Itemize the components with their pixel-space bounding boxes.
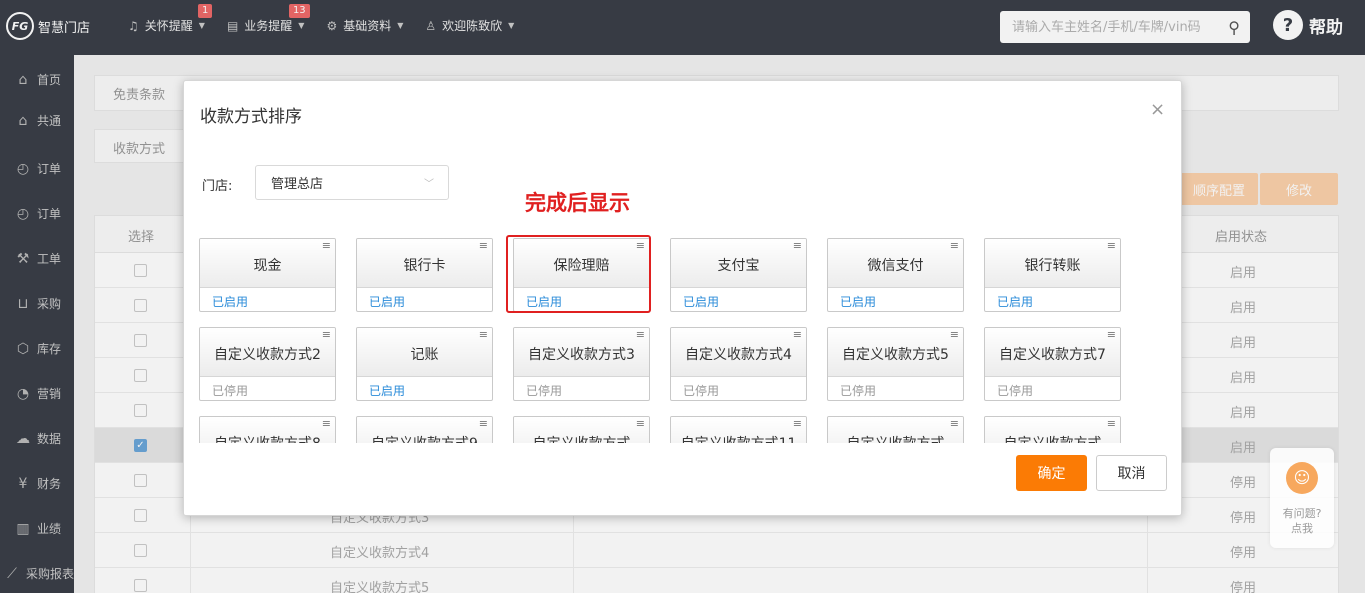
payment-method-card[interactable]: 自定义收款方式11 ≡: [670, 416, 807, 443]
card-header: 自定义收款方式4 ≡: [671, 328, 806, 377]
drag-handle-icon[interactable]: ≡: [793, 418, 802, 429]
card-name: 自定义收款方式2: [214, 347, 321, 363]
card-header: 自定义收款方式7 ≡: [985, 328, 1120, 377]
drag-handle-icon[interactable]: ≡: [793, 240, 802, 251]
card-header: 自定义收款方式11 ≡: [671, 417, 806, 443]
card-header: 自定义收款方式 ≡: [514, 417, 649, 443]
confirm-button[interactable]: 确定: [1016, 455, 1087, 491]
card-header: 自定义收款方式2 ≡: [200, 328, 335, 377]
payment-method-grid: 现金 ≡ 已启用 银行卡 ≡ 已启用 保险理赔 ≡ 已启用 支付宝 ≡ 已启用 微信支付 ≡ 已启用 银行转账…: [199, 238, 1139, 443]
drag-handle-icon[interactable]: ≡: [479, 418, 488, 429]
payment-method-card[interactable]: 自定义收款方式 ≡: [827, 416, 964, 443]
payment-method-card[interactable]: 自定义收款方式2 ≡ 已停用: [199, 327, 336, 401]
card-header: 自定义收款方式3 ≡: [514, 328, 649, 377]
feedback-text: 有问题? 点我: [1270, 506, 1334, 536]
close-icon[interactable]: ×: [1150, 99, 1165, 120]
payment-method-card[interactable]: 自定义收款方式5 ≡ 已停用: [827, 327, 964, 401]
payment-method-card[interactable]: 银行卡 ≡ 已启用: [356, 238, 493, 312]
card-header: 支付宝 ≡: [671, 239, 806, 288]
drag-handle-icon[interactable]: ≡: [479, 240, 488, 251]
card-status: 已启用: [369, 384, 406, 398]
card-header: 自定义收款方式9 ≡: [357, 417, 492, 443]
dialog-title: 收款方式排序: [200, 107, 302, 127]
payment-sort-dialog: 收款方式排序 × 门店: 管理总店 ﹀ 完成后显示 现金 ≡ 已启用 银行卡 ≡ 已启用保…: [183, 80, 1182, 516]
drag-handle-icon[interactable]: ≡: [1107, 418, 1116, 429]
payment-method-card[interactable]: 微信支付 ≡ 已启用: [827, 238, 964, 312]
drag-handle-icon[interactable]: ≡: [1107, 329, 1116, 340]
card-status: 已启用: [997, 295, 1034, 309]
card-name: 自定义收款方式: [985, 433, 1120, 443]
cancel-button[interactable]: 取消: [1096, 455, 1167, 491]
card-header: 自定义收款方式8 ≡: [200, 417, 335, 443]
drag-handle-icon[interactable]: ≡: [479, 329, 488, 340]
drag-handle-icon[interactable]: ≡: [950, 240, 959, 251]
card-name: 自定义收款方式4: [685, 347, 792, 363]
card-name: 自定义收款方式: [514, 433, 649, 443]
card-status: 已停用: [997, 384, 1034, 398]
payment-method-card[interactable]: 自定义收款方式8 ≡: [199, 416, 336, 443]
card-status: 已停用: [683, 384, 720, 398]
card-status: 已启用: [840, 295, 877, 309]
card-name: 自定义收款方式9: [357, 433, 492, 443]
payment-method-card[interactable]: 自定义收款方式9 ≡: [356, 416, 493, 443]
card-status: 已停用: [526, 384, 563, 398]
card-status: 已停用: [840, 384, 877, 398]
payment-method-card[interactable]: 支付宝 ≡ 已启用: [670, 238, 807, 312]
card-name: 自定义收款方式11: [671, 433, 806, 443]
card-header: 自定义收款方式 ≡: [985, 417, 1120, 443]
payment-method-card[interactable]: 银行转账 ≡ 已启用: [984, 238, 1121, 312]
store-label: 门店:: [202, 179, 233, 194]
chevron-down-icon: ﹀: [424, 179, 434, 190]
support-avatar-icon: ☺: [1286, 462, 1318, 494]
drag-handle-icon[interactable]: ≡: [1107, 240, 1116, 251]
card-name: 自定义收款方式8: [200, 433, 335, 443]
card-name: 银行卡: [403, 258, 446, 274]
drag-handle-icon[interactable]: ≡: [793, 329, 802, 340]
drag-handle-icon[interactable]: ≡: [322, 240, 331, 251]
card-status: 已停用: [212, 384, 249, 398]
payment-method-card[interactable]: 自定义收款方式 ≡: [513, 416, 650, 443]
card-status: 已启用: [683, 295, 720, 309]
card-status: 已启用: [369, 295, 406, 309]
card-name: 自定义收款方式7: [999, 347, 1106, 363]
card-header: 银行卡 ≡: [357, 239, 492, 288]
card-header: 银行转账 ≡: [985, 239, 1120, 288]
payment-method-card[interactable]: 自定义收款方式 ≡: [984, 416, 1121, 443]
payment-method-card[interactable]: 现金 ≡ 已启用: [199, 238, 336, 312]
card-status: 已启用: [212, 295, 249, 309]
payment-method-card[interactable]: 记账 ≡ 已启用: [356, 327, 493, 401]
card-name: 自定义收款方式5: [842, 347, 949, 363]
annotation-text: 完成后显示: [525, 191, 630, 215]
card-name: 现金: [253, 258, 282, 274]
payment-method-card[interactable]: 自定义收款方式4 ≡ 已停用: [670, 327, 807, 401]
card-name: 记账: [410, 347, 439, 363]
card-name: 自定义收款方式: [828, 433, 963, 443]
card-header: 微信支付 ≡: [828, 239, 963, 288]
drag-handle-icon[interactable]: ≡: [950, 418, 959, 429]
payment-method-card[interactable]: 自定义收款方式7 ≡ 已停用: [984, 327, 1121, 401]
store-select[interactable]: 管理总店 ﹀: [255, 165, 449, 200]
store-select-value: 管理总店: [271, 177, 324, 192]
drag-handle-icon[interactable]: ≡: [636, 418, 645, 429]
drag-handle-icon[interactable]: ≡: [322, 418, 331, 429]
card-name: 自定义收款方式3: [528, 347, 635, 363]
card-name: 微信支付: [867, 258, 924, 274]
card-header: 现金 ≡: [200, 239, 335, 288]
card-header: 自定义收款方式 ≡: [828, 417, 963, 443]
feedback-line-2: 点我: [1291, 522, 1313, 535]
feedback-line-1: 有问题?: [1282, 507, 1322, 520]
drag-handle-icon[interactable]: ≡: [950, 329, 959, 340]
card-name: 银行转账: [1024, 258, 1081, 274]
card-header: 记账 ≡: [357, 328, 492, 377]
feedback-widget[interactable]: ☺ 有问题? 点我: [1270, 448, 1334, 548]
payment-method-card[interactable]: 自定义收款方式3 ≡ 已停用: [513, 327, 650, 401]
drag-handle-icon[interactable]: ≡: [636, 329, 645, 340]
drag-handle-icon[interactable]: ≡: [322, 329, 331, 340]
annotation-highlight-box: [506, 235, 651, 313]
card-name: 支付宝: [717, 258, 760, 274]
card-header: 自定义收款方式5 ≡: [828, 328, 963, 377]
